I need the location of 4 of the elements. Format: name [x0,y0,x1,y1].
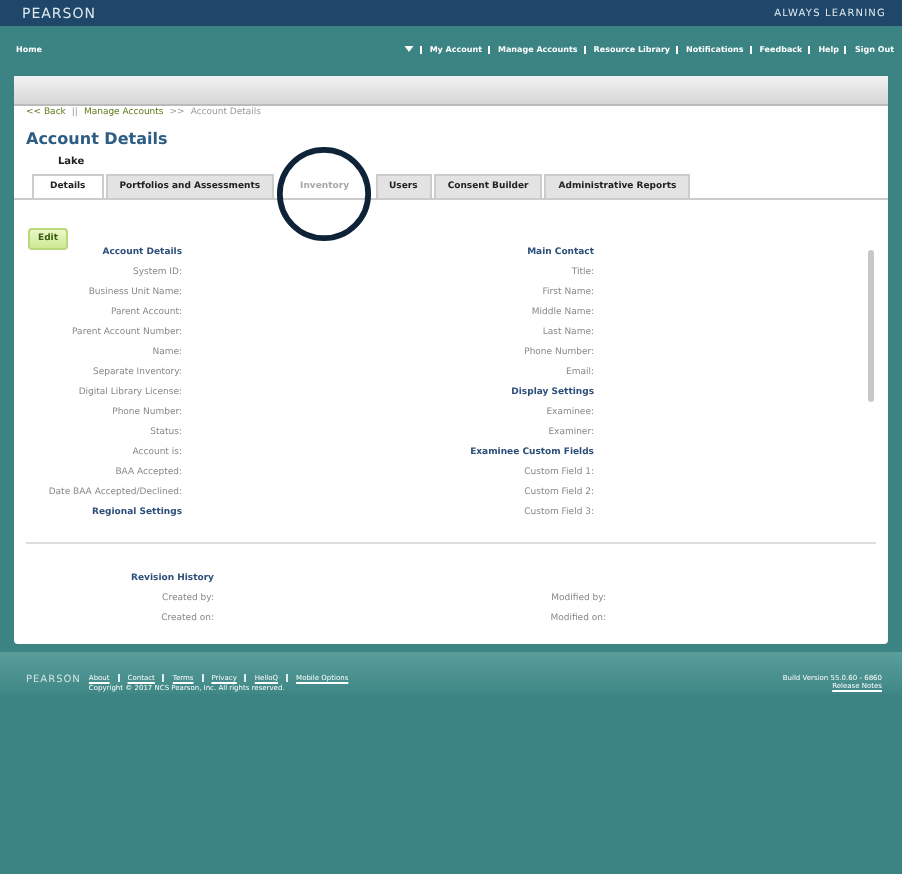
scrollbar-thumb[interactable] [868,250,874,402]
caret-icon[interactable] [403,46,414,52]
page-title: Account Details [24,128,170,148]
circle-annotation [276,146,372,242]
